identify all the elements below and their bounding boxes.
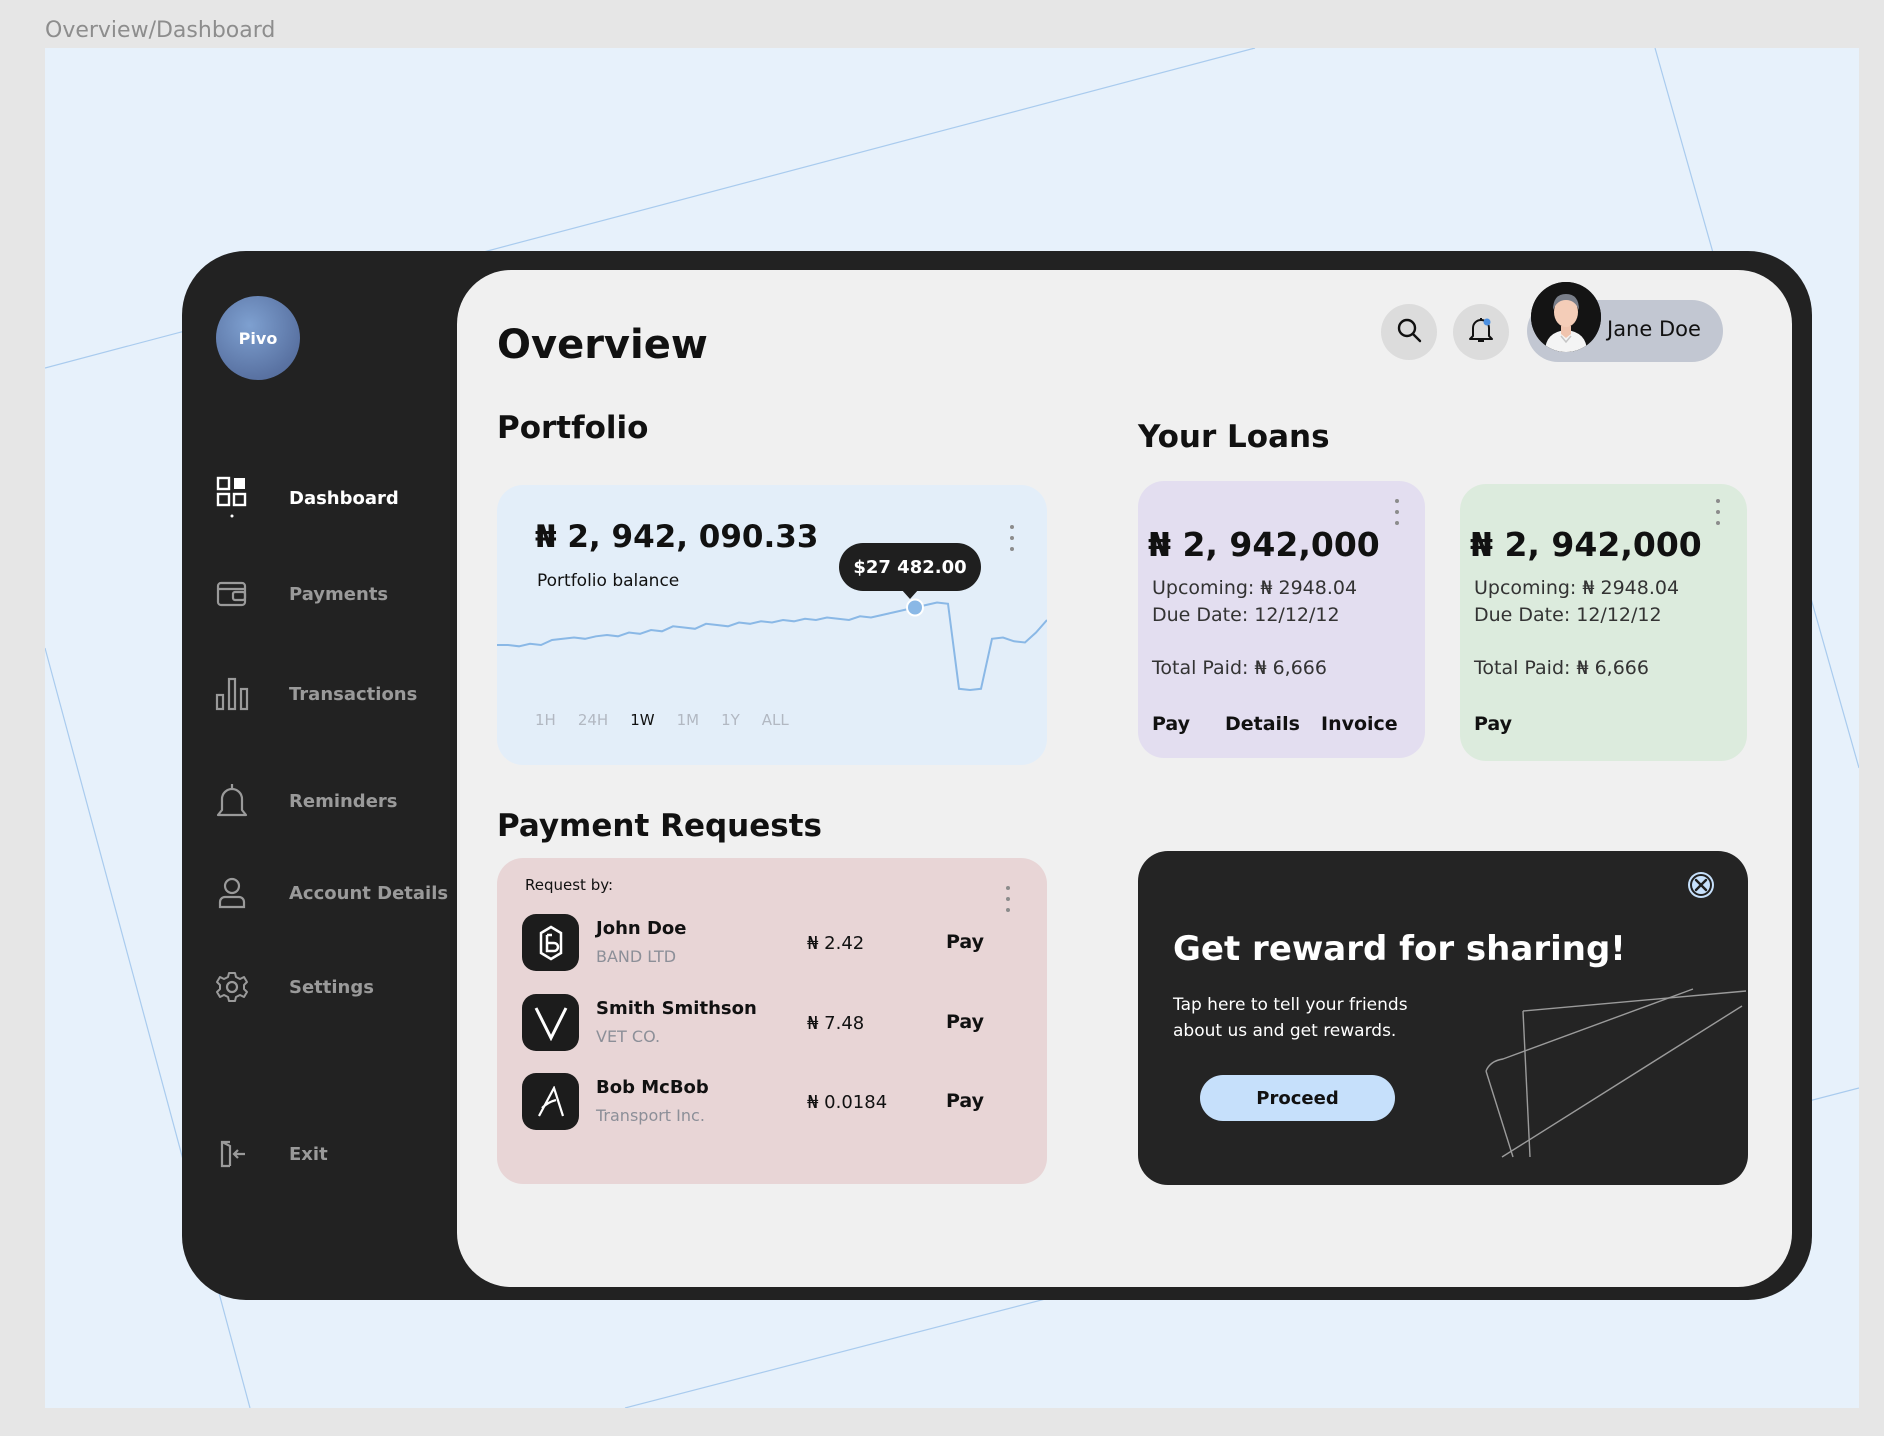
loan-invoice-button[interactable]: Invoice [1321,713,1398,735]
a-logo-icon [522,1073,579,1130]
loan-amount: ₦ 2, 942,000 [1470,525,1702,564]
page-title: Overview [497,322,708,368]
loan-card: ₦ 2, 942,000 Upcoming: ₦ 2948.04 Due Dat… [1460,484,1747,761]
loans-title: Your Loans [1138,419,1330,455]
proceed-button[interactable]: Proceed [1200,1075,1395,1121]
canvas: Pivo Dashboard Payments Transactions Rem… [45,48,1859,1408]
exit-label: Exit [289,1143,328,1165]
request-pay-button[interactable]: Pay [946,1011,984,1033]
request-pay-button[interactable]: Pay [946,931,984,953]
portfolio-title: Portfolio [497,410,649,446]
search-button[interactable] [1381,304,1437,360]
sidebar-item-label: Transactions [289,683,418,705]
notifications-button[interactable] [1453,304,1509,360]
sidebar-item-label: Payments [289,583,389,605]
band-logo-icon [522,914,579,971]
range-tab-1w[interactable]: 1W [630,711,654,729]
loan-due-date: Due Date: 12/12/12 [1474,604,1662,626]
bar-chart-icon [212,674,252,714]
gear-icon [212,967,252,1007]
sidebar-item-label: Account Details [289,882,449,904]
chart-tooltip: $27 482.00 [839,543,981,591]
loan-more-button[interactable] [1392,499,1402,525]
range-tab-24h[interactable]: 24H [578,711,608,729]
brand-logo[interactable]: Pivo [216,296,300,380]
user-menu[interactable]: Jane Doe [1527,282,1723,362]
payment-requests-title: Payment Requests [497,808,822,844]
user-name: Jane Doe [1607,317,1701,341]
sidebar-item-payments[interactable]: Payments [212,570,388,618]
user-icon [212,873,252,913]
request-pay-button[interactable]: Pay [946,1090,984,1112]
bell-notification-icon [1468,316,1494,348]
list-item: Bob McBob Transport Inc. ₦ 0.0184 Pay [522,1073,1022,1133]
exit-icon [212,1134,252,1174]
portfolio-highlight-point[interactable] [906,598,924,617]
frame-label: Overview/Dashboard [45,18,276,43]
app-window: Pivo Dashboard Payments Transactions Rem… [182,251,1812,1300]
main-panel: Overview Jane Doe Portfolio ₦ 2, 942, 09… [457,270,1792,1287]
loan-pay-button[interactable]: Pay [1474,713,1512,735]
requester-company: Transport Inc. [596,1106,705,1125]
requester-name: Smith Smithson [596,998,757,1019]
loan-upcoming: Upcoming: ₦ 2948.04 [1474,577,1680,599]
requests-header: Request by: [525,876,614,894]
search-icon [1396,317,1422,347]
loan-amount: ₦ 2, 942,000 [1148,525,1380,564]
request-amount: ₦ 7.48 [807,1013,865,1034]
sidebar-item-label: Dashboard [289,487,399,509]
portfolio-card: ₦ 2, 942, 090.33 Portfolio balance $27 4… [497,485,1047,765]
loan-card: ₦ 2, 942,000 Upcoming: ₦ 2948.04 Due Dat… [1138,481,1425,758]
sidebar-item-transactions[interactable]: Transactions [212,670,417,718]
loan-upcoming: Upcoming: ₦ 2948.04 [1152,577,1358,599]
payment-requests-card: Request by: John Doe BAND LTD ₦ 2.42 Pay [497,858,1047,1184]
loan-more-button[interactable] [1713,499,1723,525]
list-item: Smith Smithson VET CO. ₦ 7.48 Pay [522,994,1022,1054]
requester-name: Bob McBob [596,1077,709,1098]
sidebar-item-label: Reminders [289,790,398,812]
bell-icon [212,781,252,821]
sidebar-item-reminders[interactable]: Reminders [212,777,398,825]
v-logo-icon [522,994,579,1051]
loan-total-paid: Total Paid: ₦ 6,666 [1474,657,1649,679]
portfolio-series-line [497,601,1047,692]
range-tab-all[interactable]: ALL [762,711,789,729]
sidebar-item-settings[interactable]: Settings [212,963,374,1011]
loan-due-date: Due Date: 12/12/12 [1152,604,1340,626]
sidebar: Pivo Dashboard Payments Transactions Rem… [182,251,457,1300]
avatar [1531,282,1601,352]
close-circle-icon[interactable] [1686,870,1716,900]
loan-details-button[interactable]: Details [1225,713,1300,735]
dashboard-grid-icon [212,476,252,518]
sidebar-item-account-details[interactable]: Account Details [212,869,448,917]
requester-name: John Doe [596,918,687,939]
range-tab-1m[interactable]: 1M [677,711,700,729]
range-tab-1h[interactable]: 1H [535,711,556,729]
exit-button[interactable]: Exit [212,1130,328,1178]
range-tabs: 1H 24H 1W 1M 1Y ALL [535,711,811,729]
requests-more-button[interactable] [1003,886,1013,912]
reward-title: Get reward for sharing! [1173,929,1626,969]
sidebar-item-dashboard[interactable]: Dashboard [212,474,399,522]
requester-company: BAND LTD [596,947,677,966]
chart-tooltip-arrow [901,589,919,599]
requester-company: VET CO. [596,1027,661,1046]
reward-text: Tap here to tell your friends about us a… [1173,995,1408,1041]
loan-pay-button[interactable]: Pay [1152,713,1190,735]
range-tab-1y[interactable]: 1Y [721,711,740,729]
request-amount: ₦ 0.0184 [807,1092,888,1113]
loan-total-paid: Total Paid: ₦ 6,666 [1152,657,1327,679]
request-amount: ₦ 2.42 [807,933,865,954]
reward-banner[interactable]: Get reward for sharing! Tap here to tell… [1138,851,1748,1185]
list-item: John Doe BAND LTD ₦ 2.42 Pay [522,914,1022,974]
sidebar-item-label: Settings [289,976,374,998]
wallet-icon [212,574,252,614]
